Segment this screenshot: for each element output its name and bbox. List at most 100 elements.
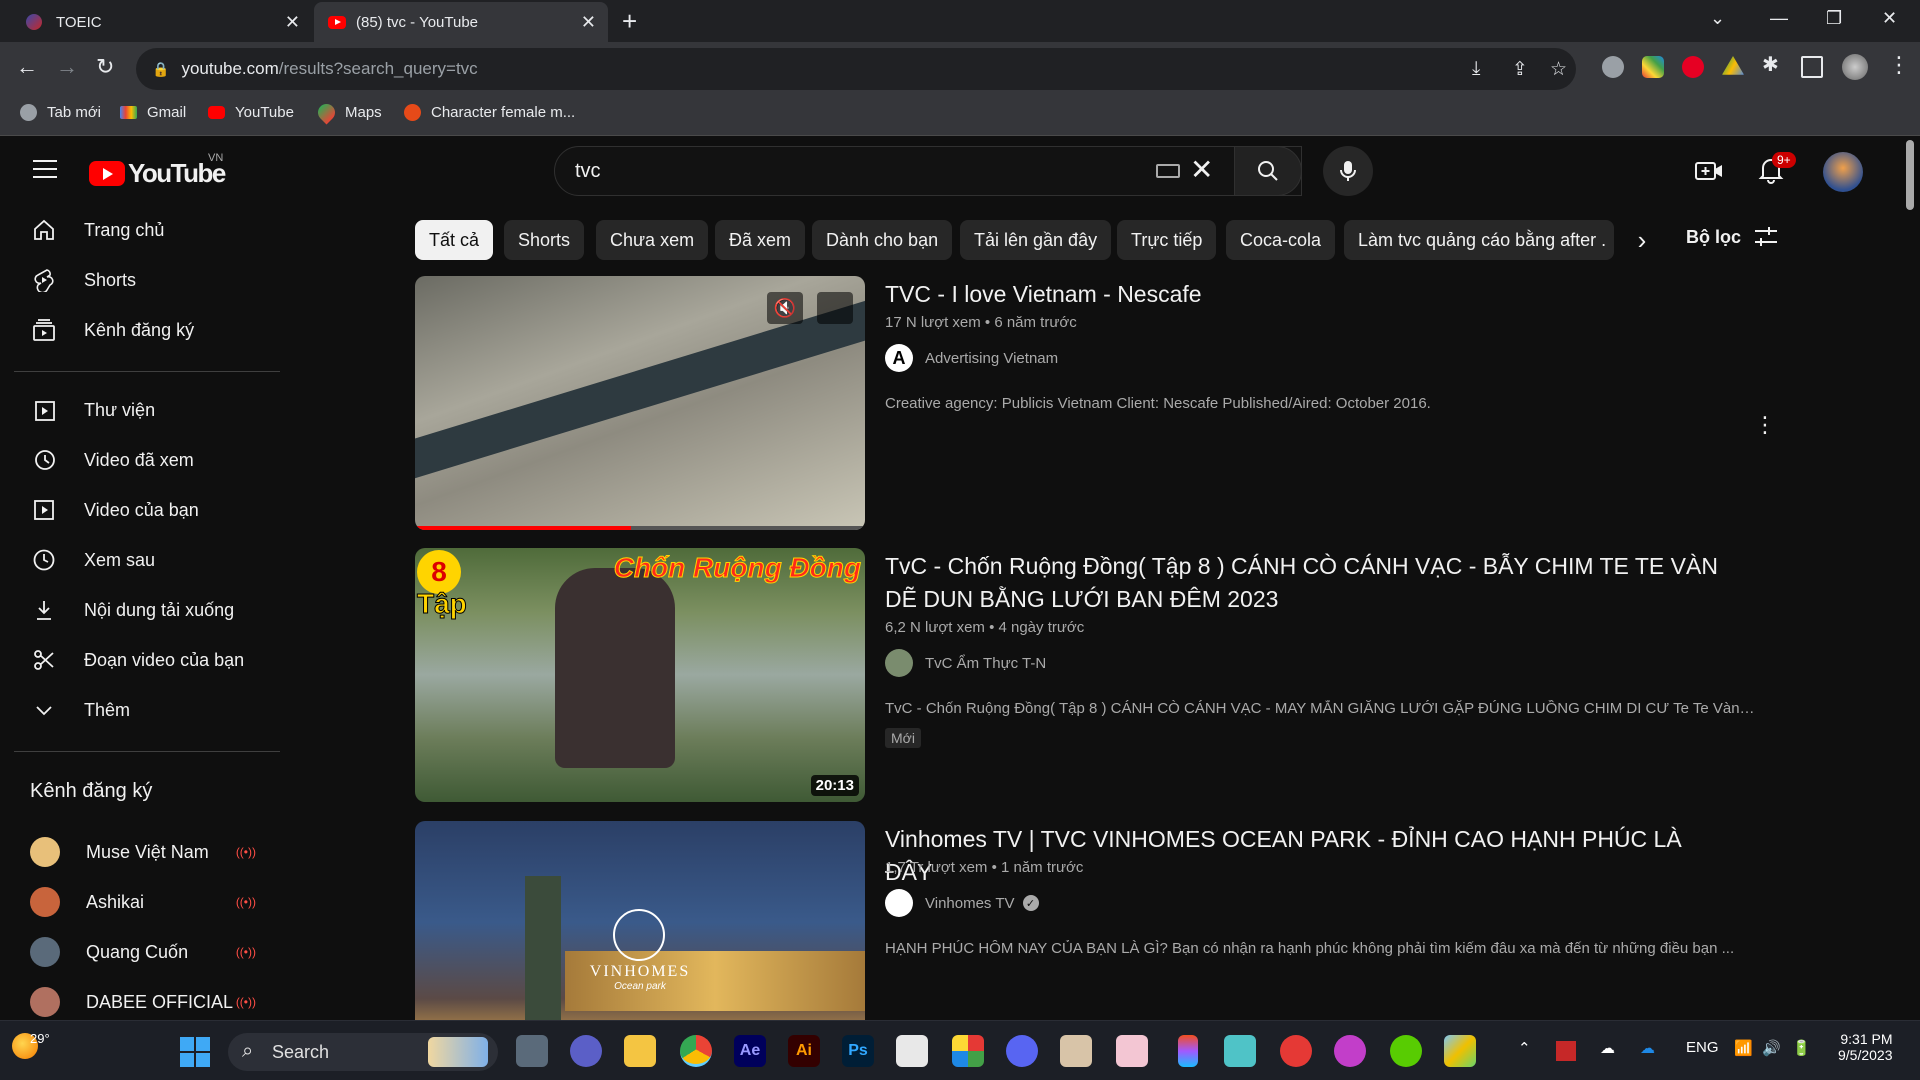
volume-icon[interactable]: 🔊 <box>1762 1039 1781 1057</box>
tray-app-icon[interactable] <box>1556 1041 1576 1061</box>
page-scrollbar[interactable] <box>1906 140 1914 210</box>
bookmark-item[interactable]: Gmail <box>120 104 186 121</box>
chevron-right-icon[interactable]: › <box>1622 220 1662 260</box>
install-app-icon[interactable]: ⤓ <box>1472 58 1480 80</box>
channel-link[interactable]: Vinhomes TV ✓ <box>885 889 1039 917</box>
tab-search-chevron-icon[interactable]: ⌄ <box>1710 8 1725 29</box>
taskbar-search-box[interactable]: ⌕ Search <box>228 1033 498 1071</box>
pinterest-icon[interactable] <box>1682 56 1704 78</box>
close-icon[interactable]: ✕ <box>581 12 596 33</box>
minimize-icon[interactable]: — <box>1770 8 1788 29</box>
input-language[interactable]: ENG <box>1686 1039 1719 1056</box>
hamburger-menu-icon[interactable] <box>33 160 57 178</box>
sidebar-item-home[interactable]: Trang chủ <box>14 206 276 254</box>
channel-link[interactable]: TvC Ẩm Thực T-N <box>885 649 1046 677</box>
bookmark-item[interactable]: Tab mới <box>20 104 101 121</box>
reload-icon[interactable]: ↻ <box>96 54 114 80</box>
bookmark-item[interactable]: Maps <box>314 100 382 125</box>
chip-tvc-after-effects[interactable]: Làm tvc quảng cáo bằng after . <box>1344 220 1614 260</box>
wifi-icon[interactable]: 📶 <box>1734 1039 1753 1057</box>
subscription-channel[interactable]: Muse Việt Nam ((•)) <box>14 828 276 876</box>
subscription-channel[interactable]: Ashikai ((•)) <box>14 878 276 926</box>
sidebar-item-history[interactable]: Video đã xem <box>14 436 276 484</box>
video-result[interactable]: 🔇 TVC - I love Vietnam - Nescafe 17 N lư… <box>415 276 1765 530</box>
search-button[interactable] <box>1234 146 1302 196</box>
cube-icon[interactable] <box>1444 1035 1476 1067</box>
bookmark-item[interactable]: Character female m... <box>404 104 575 121</box>
mute-icon[interactable]: 🔇 <box>767 292 803 324</box>
sidebar-item-shorts[interactable]: Shorts <box>14 256 276 304</box>
video-title[interactable]: TVC - I love Vietnam - Nescafe <box>885 278 1725 311</box>
forward-icon[interactable]: → <box>56 54 78 80</box>
clear-search-icon[interactable]: ✕ <box>1190 156 1213 184</box>
more-actions-icon[interactable]: ⋮ <box>1754 412 1776 438</box>
back-icon[interactable]: ← <box>16 54 38 80</box>
chrome-icon[interactable] <box>680 1035 712 1067</box>
chip-recently-uploaded[interactable]: Tải lên gần đây <box>960 220 1112 260</box>
sidebar-item-clips[interactable]: Đoạn video của bạn <box>14 636 276 684</box>
close-icon[interactable]: ✕ <box>285 12 300 33</box>
tab-youtube[interactable]: (85) tvc - YouTube ✕ <box>314 2 608 42</box>
video-result[interactable]: 8 Tập Chốn Ruộng Đồng 20:13 TvC - Chốn R… <box>415 548 1765 802</box>
s-app-icon[interactable] <box>1280 1035 1312 1067</box>
chrome-menu-icon[interactable]: ⋮ <box>1888 52 1910 78</box>
video-title[interactable]: Vinhomes TV | TVC VINHOMES OCEAN PARK - … <box>885 823 1725 889</box>
illustrator-icon[interactable]: Ai <box>788 1035 820 1067</box>
sidebar-item-watch-later[interactable]: Xem sau <box>14 536 276 584</box>
video-result[interactable]: VINHOMES Ocean park Vinhomes TV | TVC VI… <box>415 821 1765 1020</box>
keyboard-icon[interactable] <box>1156 164 1180 178</box>
sidebar-item-downloads[interactable]: Nội dung tải xuống <box>14 586 276 634</box>
anime-icon[interactable] <box>1116 1035 1148 1067</box>
lock-icon[interactable]: 🔒 <box>152 61 169 78</box>
subscription-channel[interactable]: DABEE OFFICIAL ((•)) <box>14 978 276 1020</box>
side-panel-icon[interactable] <box>1801 56 1823 78</box>
photoshop-icon[interactable]: Ps <box>842 1035 874 1067</box>
window-close-icon[interactable]: ✕ <box>1882 8 1897 29</box>
chip-watched[interactable]: Đã xem <box>715 220 806 260</box>
account-avatar[interactable] <box>1823 152 1863 192</box>
video-thumbnail[interactable]: VINHOMES Ocean park <box>415 821 865 1020</box>
video-thumbnail[interactable]: 🔇 <box>415 276 865 530</box>
sidebar-item-library[interactable]: Thư viện <box>14 386 276 434</box>
clock[interactable]: 9:31 PM 9/5/2023 <box>1838 1031 1893 1063</box>
w-app-icon[interactable] <box>1334 1035 1366 1067</box>
battery-icon[interactable]: 🔋 <box>1792 1039 1811 1057</box>
sidebar-item-subscriptions[interactable]: Kênh đăng ký <box>14 306 276 354</box>
chip-live[interactable]: Trực tiếp <box>1117 220 1217 260</box>
duolingo-icon[interactable] <box>1390 1035 1422 1067</box>
office-icon[interactable] <box>952 1035 984 1067</box>
sidebar-item-more[interactable]: Thêm <box>14 686 276 734</box>
captions-icon[interactable] <box>817 292 853 324</box>
chip-for-you[interactable]: Dành cho bạn <box>812 220 953 260</box>
google-drive-icon[interactable] <box>1722 56 1744 75</box>
file-explorer-icon[interactable] <box>516 1035 548 1067</box>
store-icon[interactable] <box>896 1035 928 1067</box>
m-app-icon[interactable] <box>1224 1035 1256 1067</box>
maximize-icon[interactable]: ❐ <box>1826 8 1842 29</box>
tab-toeic[interactable]: TOEIC ✕ <box>12 2 312 42</box>
create-video-icon[interactable] <box>1695 160 1723 182</box>
voice-search-button[interactable] <box>1323 146 1373 196</box>
onedrive-icon[interactable]: ☁ <box>1600 1039 1615 1057</box>
figma-icon[interactable] <box>1178 1035 1198 1067</box>
video-thumbnail[interactable]: 8 Tập Chốn Ruộng Đồng 20:13 <box>415 548 865 802</box>
extensions-puzzle-icon[interactable]: ✱ <box>1762 52 1784 76</box>
tray-overflow-icon[interactable]: ⌃ <box>1518 1039 1531 1057</box>
subscriptions-heading[interactable]: Kênh đăng ký <box>30 780 152 803</box>
sidebar-item-your-videos[interactable]: Video của bạn <box>14 486 276 534</box>
app-icon[interactable] <box>1060 1035 1092 1067</box>
channel-link[interactable]: A Advertising Vietnam <box>885 344 1058 372</box>
after-effects-icon[interactable]: Ae <box>734 1035 766 1067</box>
profile-avatar[interactable] <box>1842 54 1868 80</box>
chip-shorts[interactable]: Shorts <box>504 220 585 260</box>
extension-abp-icon[interactable] <box>1602 56 1624 78</box>
new-tab-icon[interactable]: + <box>622 6 637 37</box>
bookmark-item[interactable]: YouTube <box>208 104 294 121</box>
chip-coca-cola[interactable]: Coca-cola <box>1226 220 1336 260</box>
filter-button[interactable]: Bộ lọc <box>1686 226 1779 248</box>
url-field[interactable]: 🔒 youtube.com/results?search_query=tvc ⤓… <box>136 48 1576 90</box>
subscription-channel[interactable]: Quang Cuốn ((•)) <box>14 928 276 976</box>
onedrive-business-icon[interactable]: ☁ <box>1640 1039 1655 1057</box>
share-icon[interactable]: ⇪ <box>1512 58 1528 81</box>
bookmark-star-icon[interactable]: ☆ <box>1550 58 1567 81</box>
